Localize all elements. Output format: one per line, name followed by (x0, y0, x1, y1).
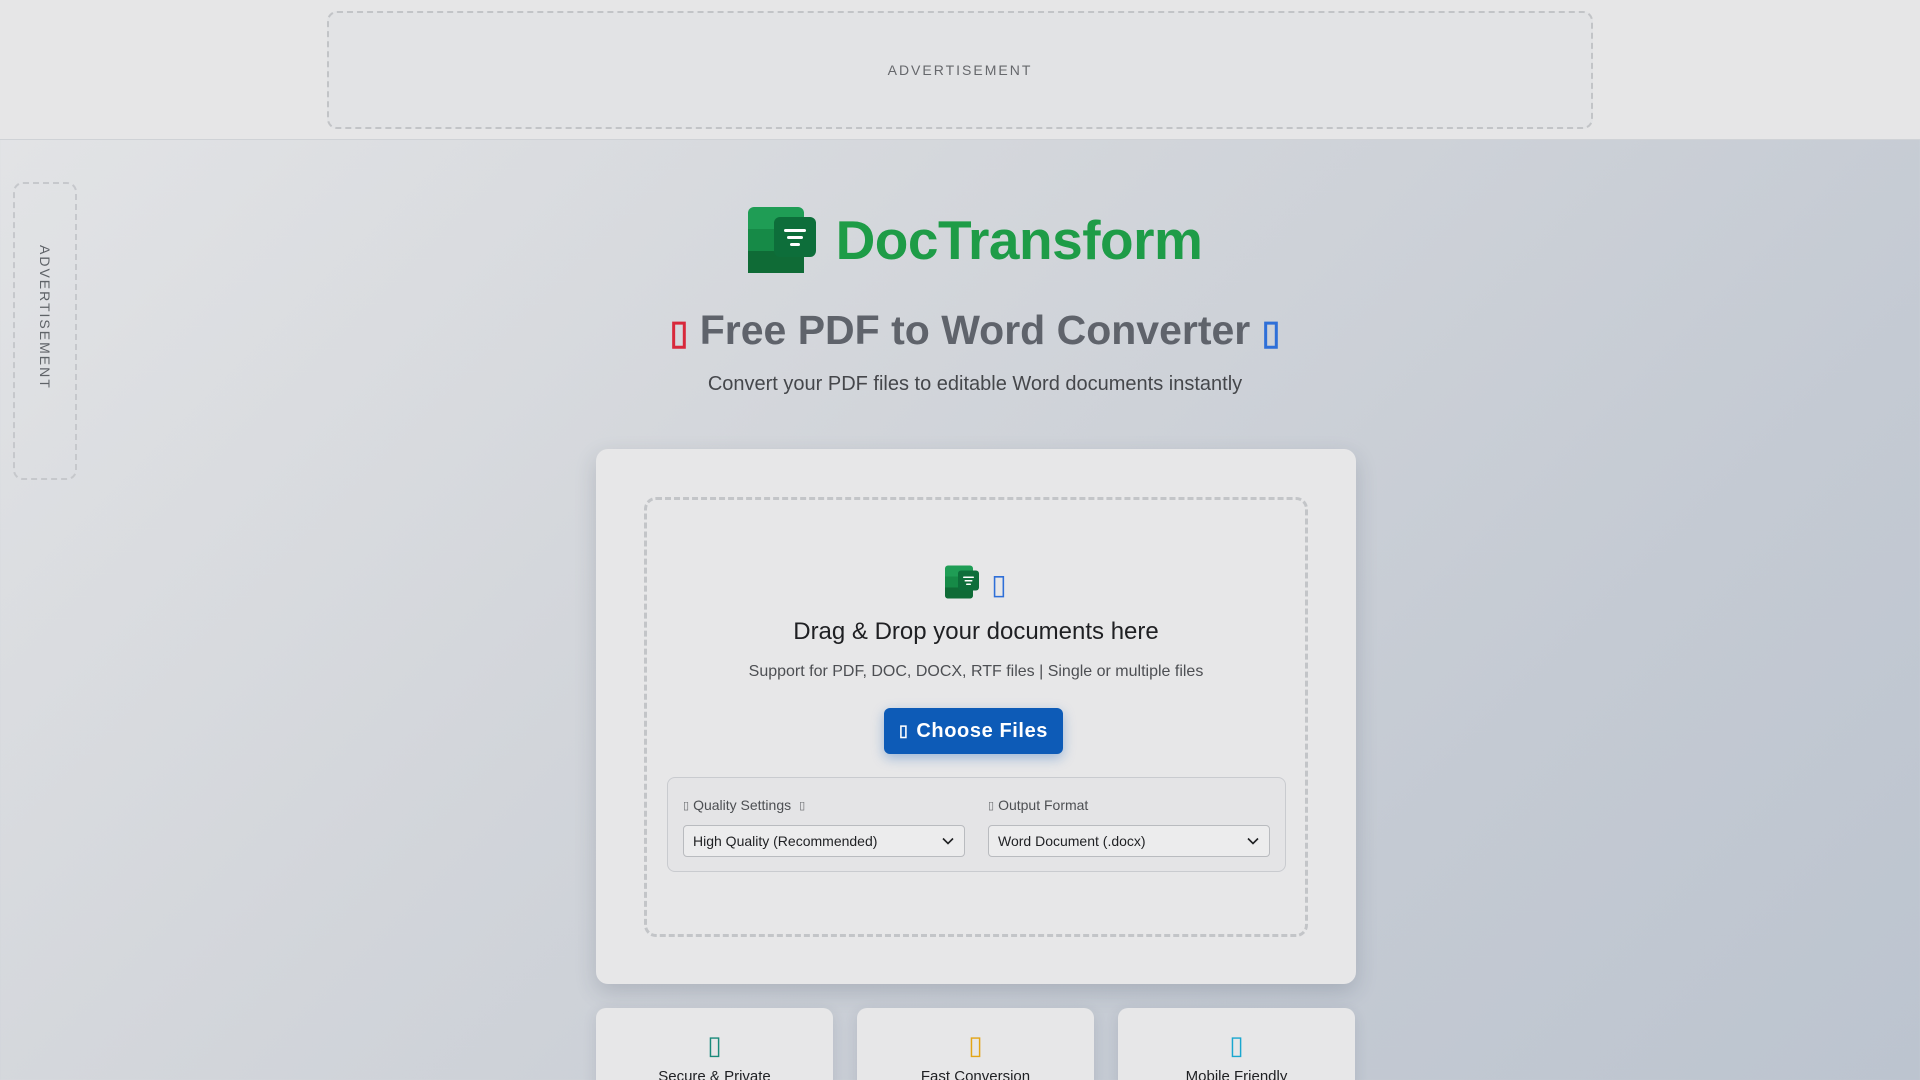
info-icon[interactable]: ▯ (799, 799, 805, 812)
format-selected-value: Word Document (.docx) (998, 833, 1146, 849)
pdf-file-icon: ▯ (669, 314, 689, 352)
quality-select[interactable]: High Quality (Recommended) (683, 825, 965, 857)
upload-icon: ▯ (991, 569, 1007, 600)
feature-label: Mobile Friendly (1185, 1068, 1288, 1080)
sliders-icon: ▯ (683, 799, 690, 812)
quality-settings-label: ▯ Quality Settings ▯ (683, 797, 806, 813)
file-icon: ▯ (988, 799, 995, 812)
choose-files-label: Choose Files (916, 719, 1049, 742)
feature-label: Fast Conversion (920, 1068, 1031, 1080)
excel-logo-icon (747, 205, 816, 275)
quality-selected-value: High Quality (Recommended) (693, 833, 878, 849)
mobile-icon: ▯ (1229, 1030, 1244, 1060)
page-title-text: Free PDF to Word Converter (699, 307, 1251, 353)
drop-zone[interactable]: ▯ Drag & Drop your documents here Suppor… (644, 497, 1308, 937)
drop-zone-support-text: Support for PDF, DOC, DOCX, RTF files | … (748, 663, 1204, 680)
bolt-icon: ▯ (968, 1030, 983, 1060)
choose-files-button[interactable]: ▯ Choose Files (884, 708, 1063, 754)
chevron-down-icon (942, 837, 954, 845)
folder-icon: ▯ (898, 723, 909, 740)
format-select[interactable]: Word Document (.docx) (988, 825, 1270, 857)
brand-header: DocTransform (0, 205, 1920, 275)
conversion-settings: ▯ Quality Settings ▯ High Quality (Recom… (667, 777, 1286, 872)
brand-name: DocTransform (835, 209, 1203, 271)
top-advertisement[interactable]: ADVERTISEMENT (327, 11, 1593, 129)
page-title: ▯ Free PDF to Word Converter ▯ (0, 307, 1920, 354)
feature-card-fast: ▯ Fast Conversion (857, 1008, 1094, 1080)
shield-icon: ▯ (707, 1030, 722, 1060)
converter-card: ▯ Drag & Drop your documents here Suppor… (596, 449, 1356, 984)
feature-card-secure: ▯ Secure & Private (596, 1008, 833, 1080)
output-format-label: ▯ Output Format (988, 797, 1089, 813)
format-setting: ▯ Output Format Word Document (.docx) (988, 797, 1270, 857)
document-icon (945, 564, 980, 605)
feature-label: Secure & Private (658, 1068, 771, 1080)
feature-card-mobile: ▯ Mobile Friendly (1118, 1008, 1355, 1080)
word-file-icon: ▯ (1261, 314, 1281, 352)
chevron-down-icon (1247, 837, 1259, 845)
quality-setting: ▯ Quality Settings ▯ High Quality (Recom… (683, 797, 965, 857)
drop-zone-title: Drag & Drop your documents here (793, 618, 1159, 645)
page-subtitle: Convert your PDF files to editable Word … (707, 373, 1243, 395)
ad-label: ADVERTISEMENT (887, 62, 1033, 78)
drop-zone-icons: ▯ (647, 564, 1305, 605)
